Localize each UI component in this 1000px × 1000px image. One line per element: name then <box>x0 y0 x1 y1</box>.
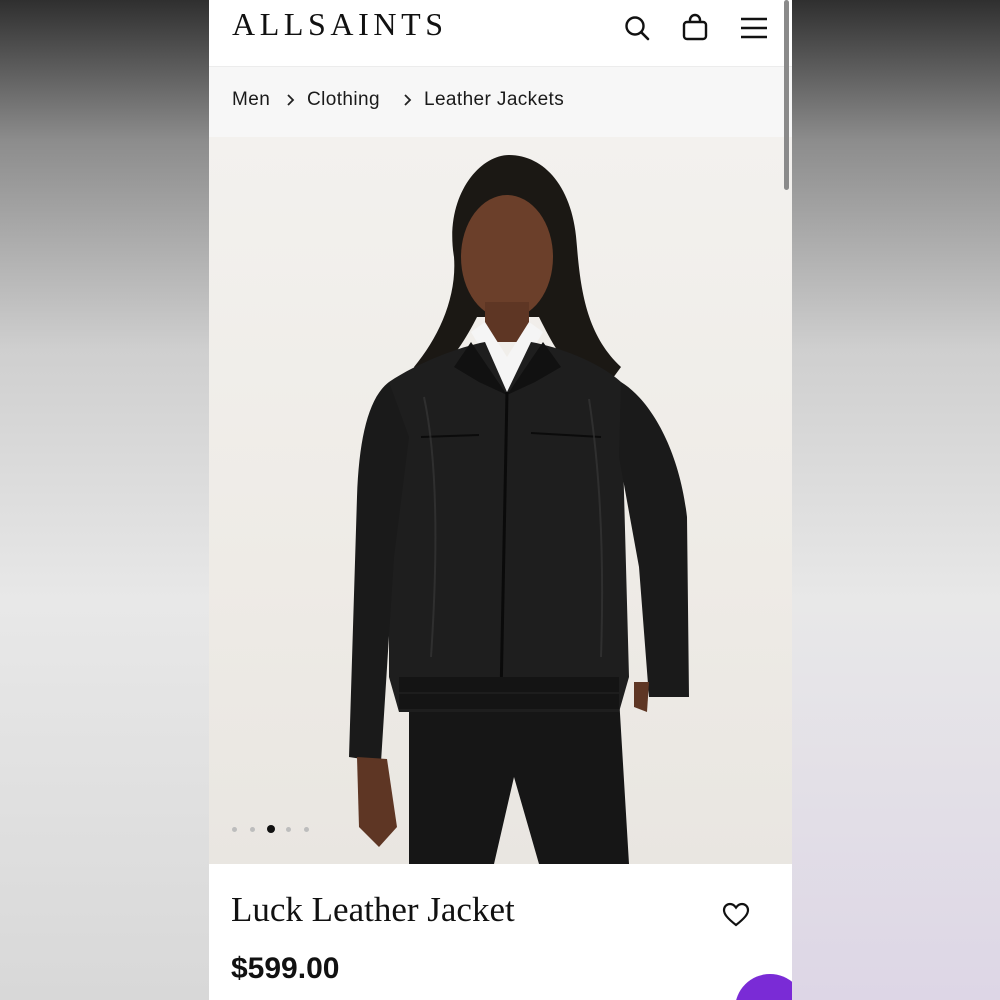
site-header: ALLSAINTS <box>209 0 792 67</box>
product-title: Luck Leather Jacket <box>231 890 515 929</box>
shopping-bag-icon[interactable] <box>679 12 711 44</box>
breadcrumb-item-leather-jackets[interactable]: Leather Jackets <box>424 89 564 111</box>
chevron-right-icon <box>401 93 415 107</box>
product-photo <box>349 155 689 864</box>
right-blurred-border <box>792 0 1000 1000</box>
heart-icon[interactable] <box>721 900 751 930</box>
carousel-dot[interactable] <box>232 827 237 832</box>
chevron-right-icon <box>284 93 298 107</box>
scrollbar[interactable] <box>784 0 789 190</box>
product-info: Luck Leather Jacket $599.00 <box>209 864 792 1000</box>
carousel-indicator[interactable] <box>232 825 322 835</box>
carousel-dot[interactable] <box>267 825 275 833</box>
carousel-dot[interactable] <box>304 827 309 832</box>
product-price: $599.00 <box>231 952 340 985</box>
product-image-carousel[interactable] <box>209 137 792 864</box>
carousel-dot[interactable] <box>250 827 255 832</box>
breadcrumb-item-men[interactable]: Men <box>232 89 270 111</box>
breadcrumb-item-clothing[interactable]: Clothing <box>307 89 380 111</box>
carousel-dot[interactable] <box>286 827 291 832</box>
brand-logo[interactable]: ALLSAINTS <box>232 6 448 43</box>
breadcrumb: Men Clothing Leather Jackets <box>209 67 792 137</box>
menu-icon[interactable] <box>738 12 770 44</box>
mobile-screen: ALLSAINTS Men Clothing Leather Jackets L… <box>209 0 792 1000</box>
left-blurred-border <box>0 0 209 1000</box>
search-icon[interactable] <box>621 12 653 44</box>
